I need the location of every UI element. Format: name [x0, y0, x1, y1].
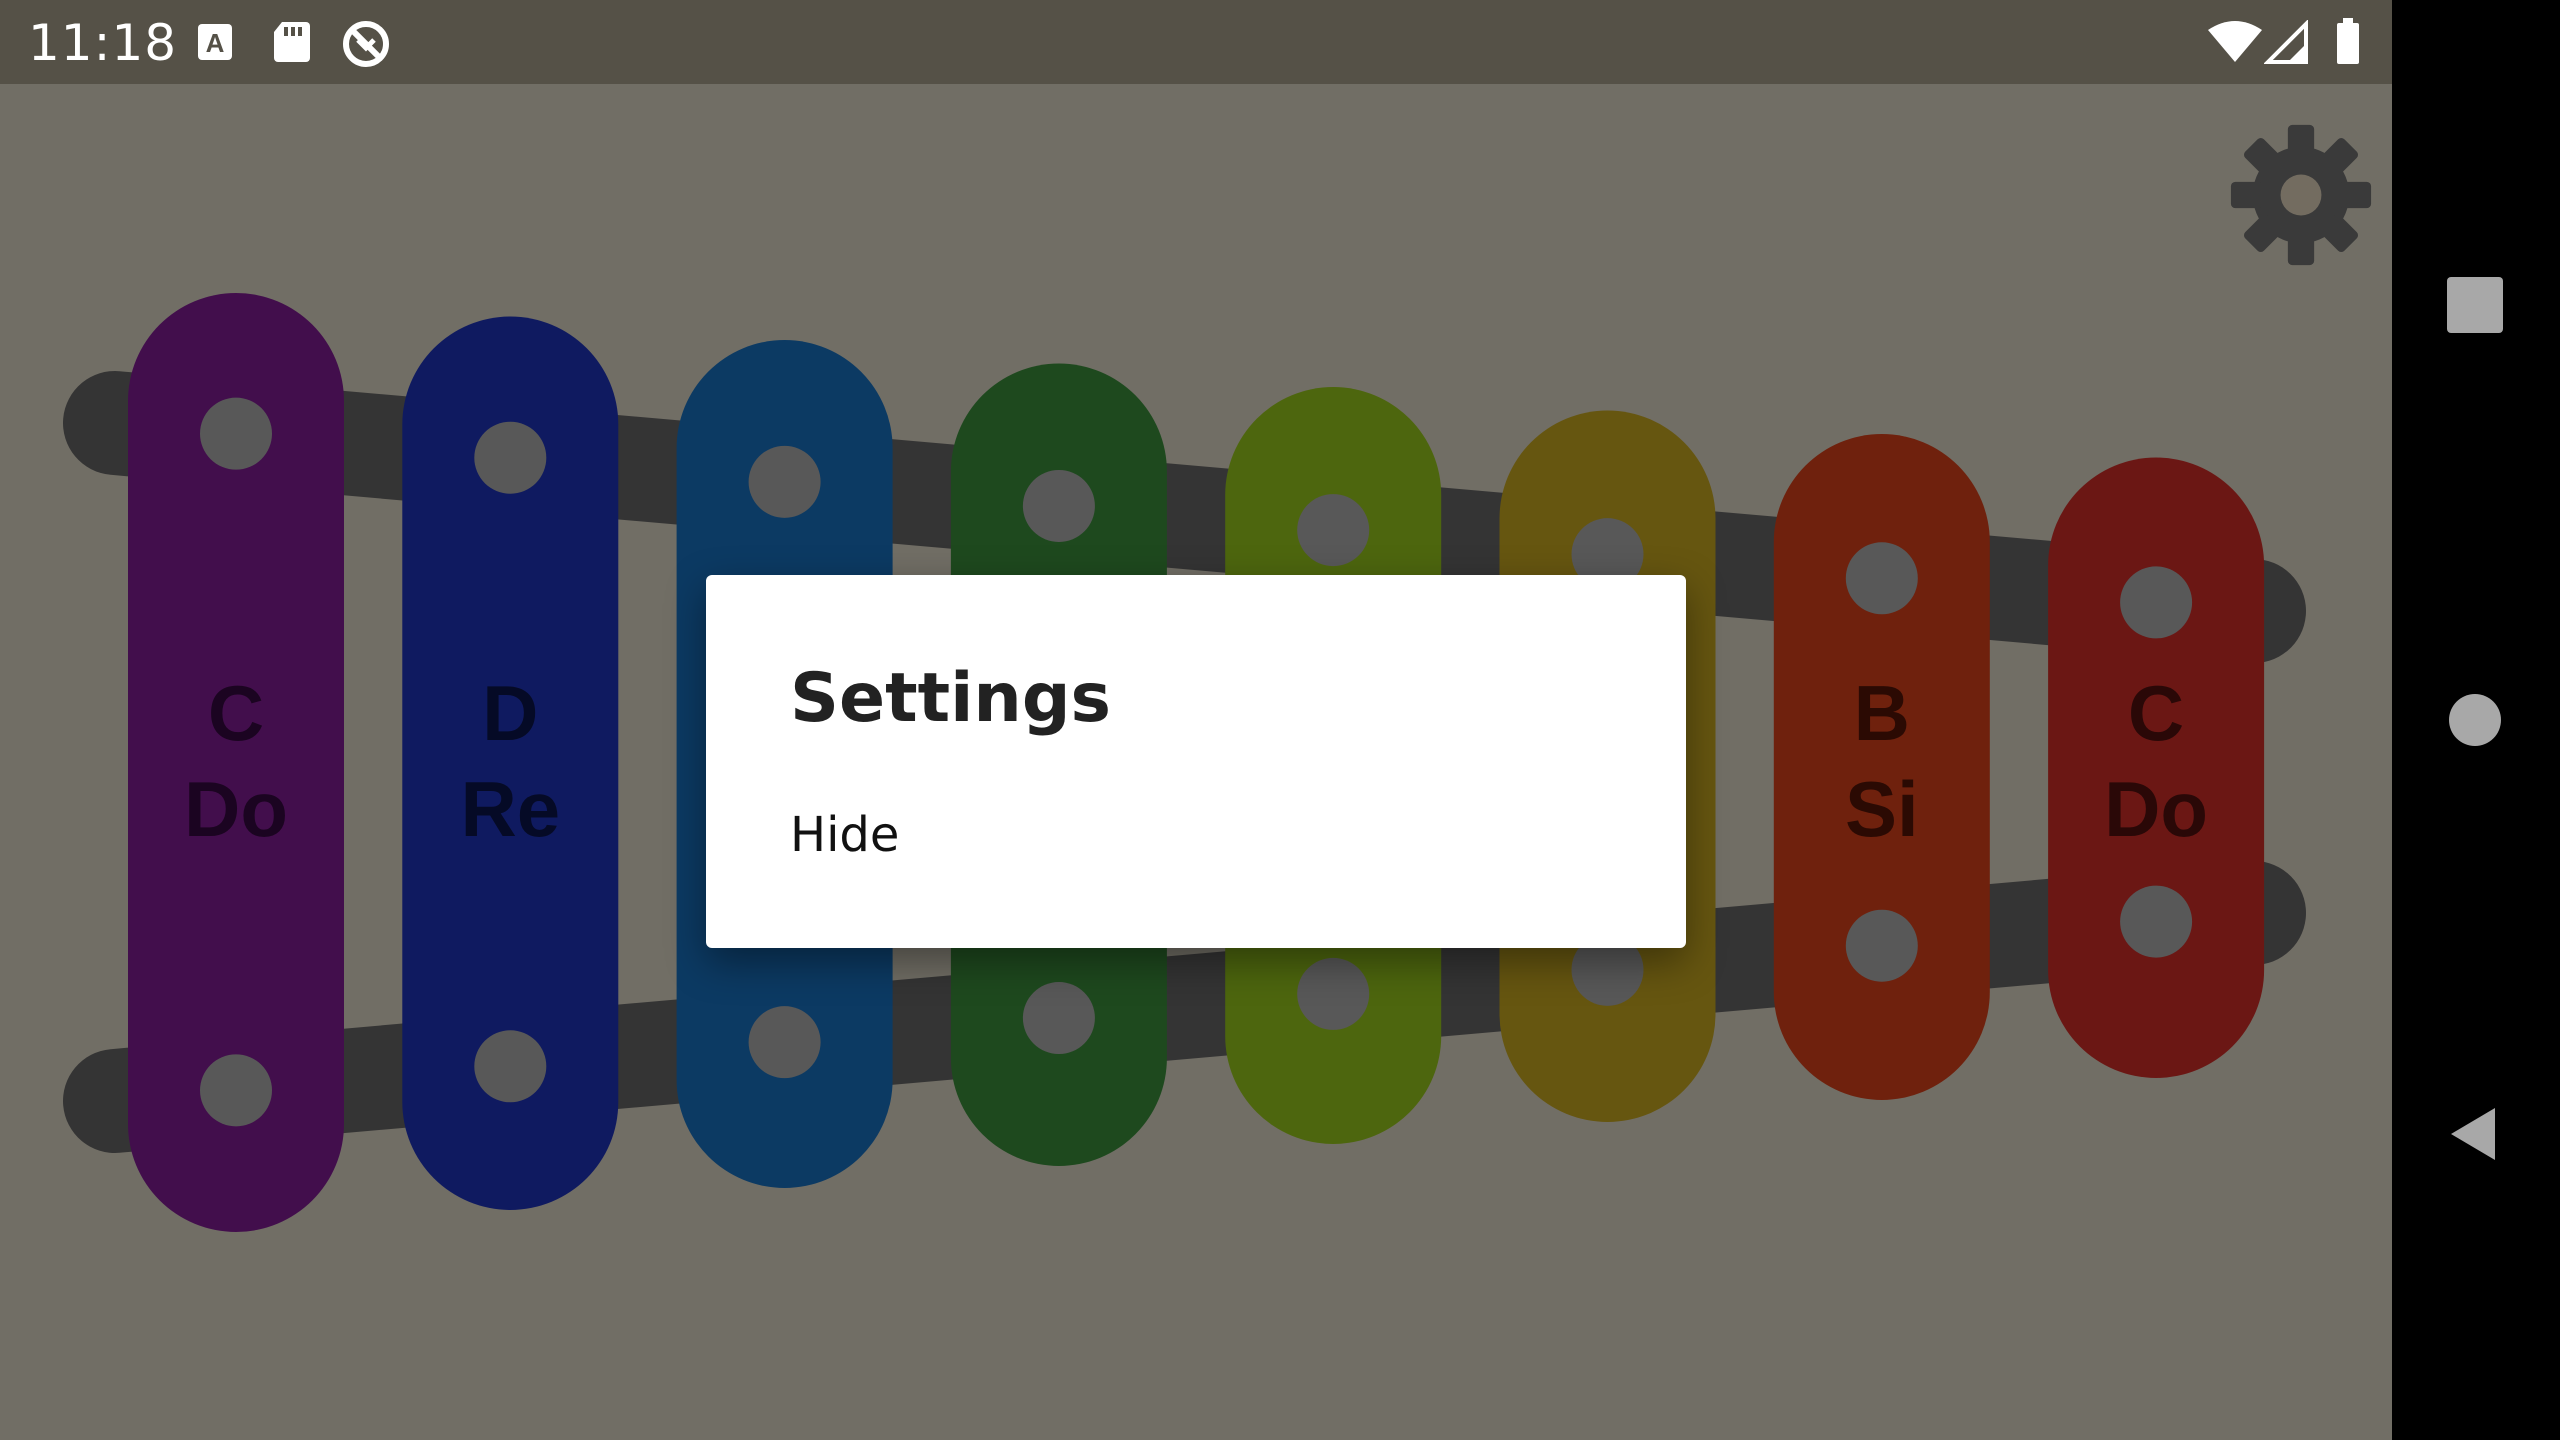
svg-text:A: A: [206, 28, 225, 58]
screen: CDoDReEMiFFaGSolALaBSiCDo 11:18 A: [0, 0, 2560, 1440]
navigation-bar: [2392, 0, 2560, 1440]
battery-icon: [2337, 18, 2359, 64]
status-bar: 11:18 A: [0, 0, 2392, 84]
recents-square-icon[interactable]: [2445, 275, 2505, 335]
settings-dialog: Settings Hide: [706, 575, 1686, 948]
cellular-signal-icon: [2264, 20, 2308, 64]
settings-gear-icon[interactable]: [2228, 122, 2374, 268]
dialog-title: Settings: [790, 659, 1111, 738]
status-clock: 11:18: [28, 14, 178, 72]
back-triangle-icon[interactable]: [2445, 1104, 2505, 1164]
wifi-icon: [2208, 21, 2262, 62]
sd-card-icon: [274, 22, 310, 62]
home-circle-icon[interactable]: [2445, 690, 2505, 750]
dialog-option-hide[interactable]: Hide: [790, 807, 899, 863]
data-saver-icon: [343, 21, 389, 67]
a-notification-icon: A: [198, 24, 232, 60]
